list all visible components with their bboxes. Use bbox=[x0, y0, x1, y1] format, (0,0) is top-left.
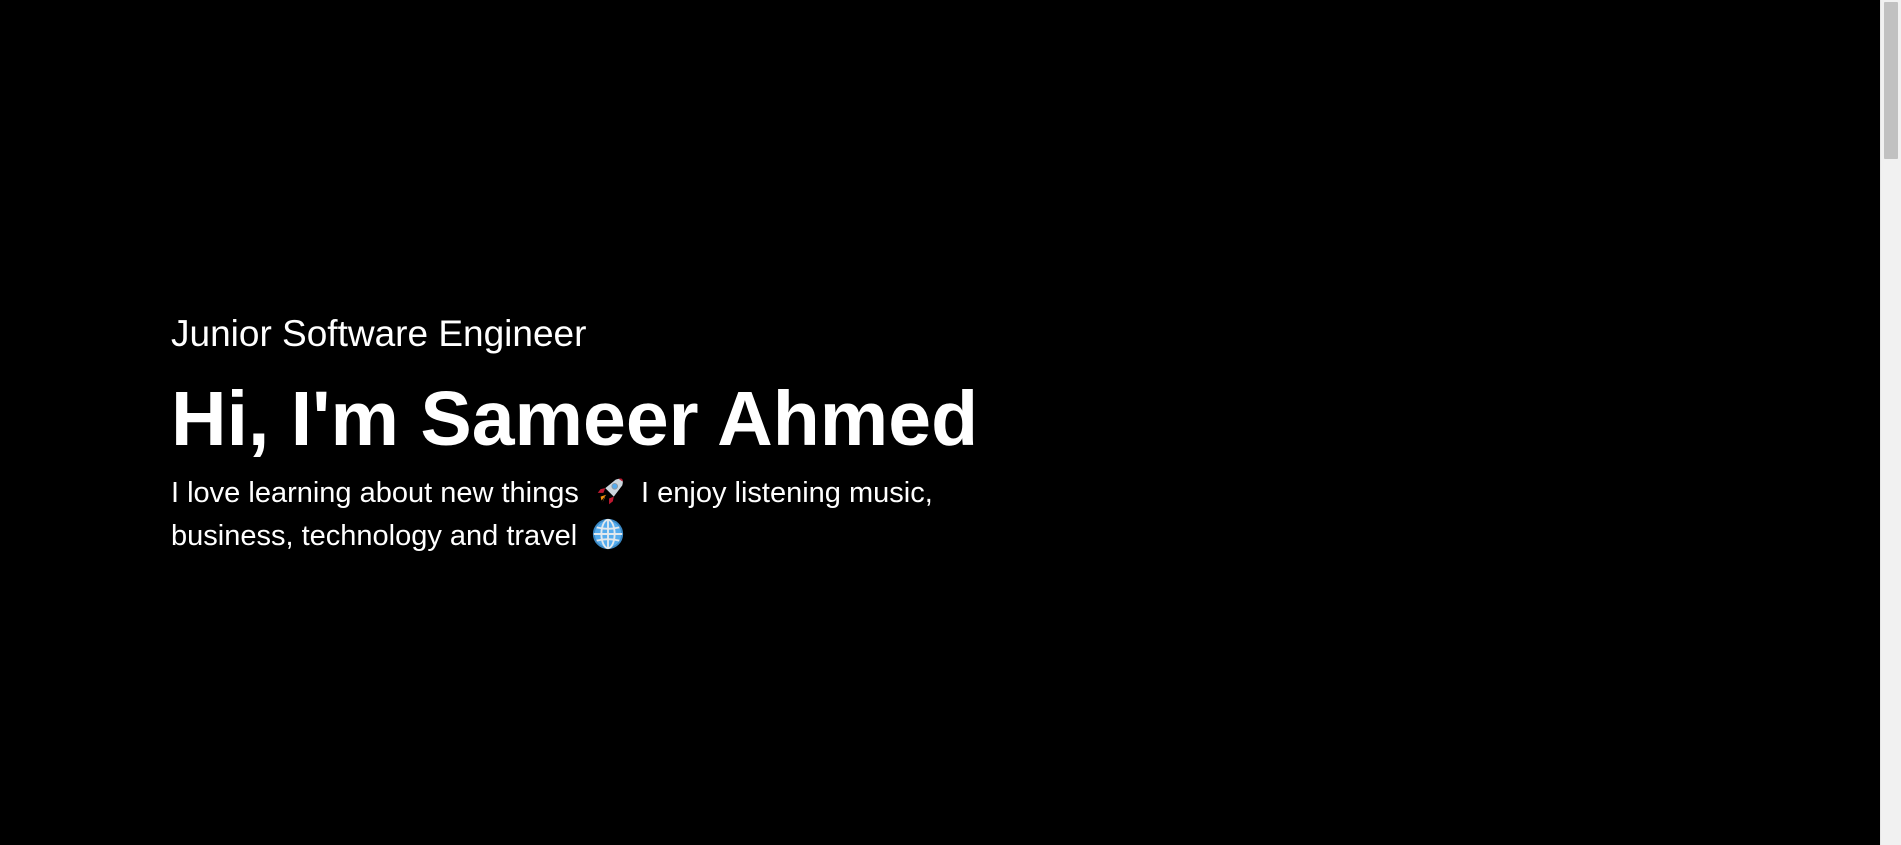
page: Junior Software Engineer Hi, I'm Sameer … bbox=[0, 0, 1880, 845]
bio-text: I love learning about new things I enjoy… bbox=[171, 472, 1001, 558]
globe-icon bbox=[593, 518, 624, 550]
browser-viewport: Junior Software Engineer Hi, I'm Sameer … bbox=[0, 0, 1901, 845]
hero-section: Junior Software Engineer Hi, I'm Sameer … bbox=[171, 306, 1011, 558]
greeting-heading: Hi, I'm Sameer Ahmed bbox=[171, 376, 979, 462]
scrollbar-thumb[interactable] bbox=[1884, 2, 1898, 159]
job-title: Junior Software Engineer bbox=[171, 313, 587, 354]
rocket-icon bbox=[597, 478, 623, 505]
vertical-scrollbar[interactable] bbox=[1880, 0, 1901, 845]
bio-text-part1: I love learning about new things bbox=[171, 477, 579, 509]
